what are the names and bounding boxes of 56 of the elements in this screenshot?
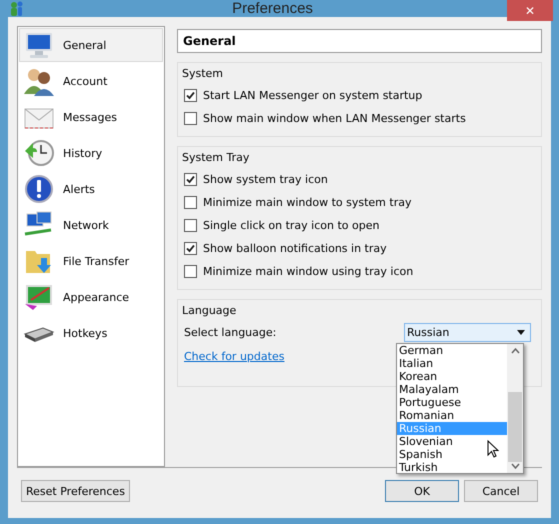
group-title: Language [181,303,238,319]
dropdown-option[interactable]: Korean [397,370,507,383]
checkbox[interactable] [184,89,197,102]
sidebar-item[interactable]: Alerts [19,172,163,206]
checkbox[interactable] [184,265,197,278]
dropdown-option[interactable]: Portuguese [397,396,507,409]
scrollbar[interactable] [507,344,523,473]
checkbox-option[interactable]: Show system tray icon [178,168,541,191]
group-title: System [181,66,224,82]
scroll-up-icon [510,348,520,354]
checkbox-option[interactable]: Single click on tray icon to open [178,214,541,237]
checkbox-option[interactable]: Minimize main window to system tray [178,191,541,214]
sidebar-item[interactable]: File Transfer [19,244,163,278]
window-title: Preferences [231,0,314,17]
updates-link[interactable]: Check for updates [178,342,284,363]
exclamation-icon [23,174,55,204]
group-title: System Tray [181,150,250,166]
language-dropdown[interactable]: Russian [404,323,531,342]
close-button[interactable]: ✕ [507,0,553,21]
checkbox-option[interactable]: Minimize main window using tray icon [178,260,541,283]
sidebar-item[interactable]: Appearance [19,280,163,314]
dropdown-option[interactable]: Turkish [397,461,507,474]
sidebar-item[interactable]: Account [19,64,163,98]
palette-monitor-icon [23,282,55,312]
monitor-icon [23,30,55,60]
checkbox[interactable] [184,196,197,209]
checkbox[interactable] [184,112,197,125]
caret-icon [517,330,525,335]
scroll-thumb[interactable] [508,392,522,462]
sidebar-item[interactable]: Network [19,208,163,242]
people-icon [23,66,55,96]
checkbox-option[interactable]: Show balloon notifications in tray [178,237,541,260]
reset-preferences-button[interactable]: Reset Preferences [21,480,130,502]
scroll-down-icon [510,463,520,469]
sidebar-item[interactable]: Hotkeys [19,316,163,350]
sidebar-item[interactable]: Messages [19,100,163,134]
mouse-cursor-icon [487,440,499,458]
app-icon [10,0,24,16]
field-label: Select language: [184,326,278,339]
checkbox[interactable] [184,173,197,186]
sidebar-item[interactable]: General [19,28,163,62]
dropdown-option[interactable]: Slovenian [397,435,507,448]
checkbox-option[interactable]: Show main window when LAN Messenger starts [178,107,541,130]
dropdown-option[interactable]: Malayalam [397,383,507,396]
dropdown-option[interactable]: Italian [397,357,507,370]
checkbox[interactable] [184,219,197,232]
ok-button[interactable]: OK [385,480,459,502]
cancel-button[interactable]: Cancel [464,480,538,502]
dropdown-option[interactable]: Romanian [397,409,507,422]
dropdown-option[interactable]: German [397,344,507,357]
page-title: General [177,29,542,53]
checkbox-option[interactable]: Start LAN Messenger on system startup [178,84,541,107]
checkbox[interactable] [184,242,197,255]
clock-icon [23,138,55,168]
dropdown-option[interactable]: Spanish [397,448,507,461]
sidebar-item[interactable]: History [19,136,163,170]
